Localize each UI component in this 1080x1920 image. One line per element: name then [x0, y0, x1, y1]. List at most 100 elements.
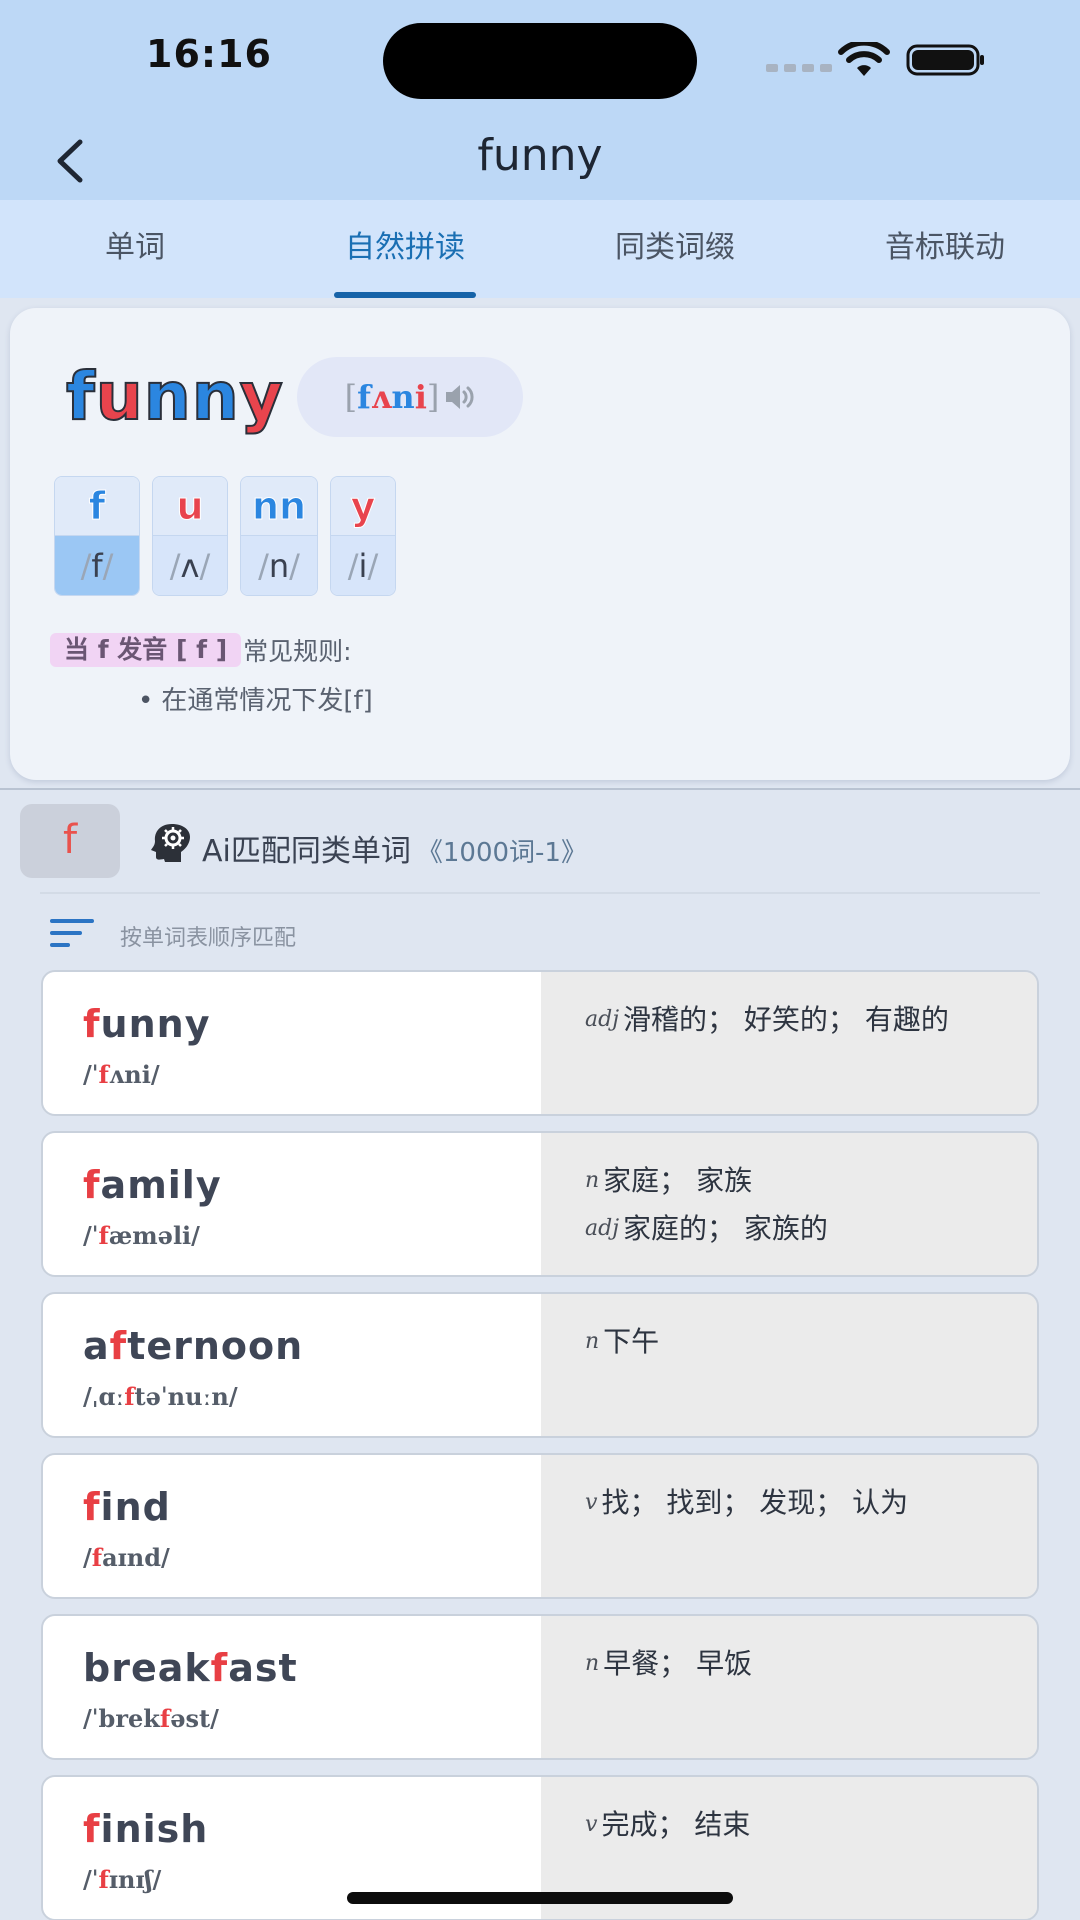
tab-phonetic-link[interactable]: 音标联动 — [810, 200, 1080, 298]
word-definition: n 家庭； 家族 adj 家庭的； 家族的 — [541, 1133, 1037, 1275]
phonetic-segment: ɪnɪʃ/ — [108, 1865, 162, 1894]
word-entry: afternoon/ˌɑːftəˈnuːn/ — [43, 1294, 541, 1436]
phonics-tile[interactable]: y / i / — [330, 476, 396, 596]
word-spelling: afternoon — [83, 1324, 541, 1368]
word-phonetic: /ˈfʌni/ — [83, 1060, 541, 1089]
rule-item: 在通常情况下发[f] — [138, 680, 372, 717]
tile-sound: / f / — [55, 535, 139, 595]
word-entry: find/faɪnd/ — [43, 1455, 541, 1597]
phonetic-segment: f — [98, 1060, 109, 1089]
word-book-link[interactable]: 《1000词-1》 — [417, 838, 587, 868]
status-bar: 16:16 — [0, 0, 1080, 120]
ai-brain-icon — [151, 824, 190, 862]
sound-text: f — [91, 546, 103, 585]
word-row[interactable]: find/faɪnd/v 找； 找到； 发现； 认为 — [41, 1453, 1039, 1599]
definition-text: 完成； 结束 — [601, 1808, 751, 1841]
word-phonetic: /ˈbrekfəst/ — [83, 1704, 541, 1733]
rule-heading: 当 f 发音 [ f ] 常见规则: — [50, 632, 352, 668]
part-of-speech: n — [585, 1329, 600, 1354]
sort-icon[interactable] — [50, 918, 94, 948]
definition-text: 家庭的； 家族的 — [623, 1212, 828, 1245]
word-row[interactable]: family/ˈfæməli/n 家庭； 家族 adj 家庭的； 家族的 — [41, 1131, 1039, 1277]
definition-text: 早餐； 早饭 — [603, 1647, 753, 1680]
word-spelling: family — [83, 1163, 541, 1207]
rule-suffix: 常见规则: — [243, 637, 352, 666]
definition-text: 找； 找到； 发现； 认为 — [601, 1486, 909, 1519]
word-entry: breakfast/ˈbrekfəst/ — [43, 1616, 541, 1758]
phonetic-segment: f — [98, 1865, 109, 1894]
word-definition: adj 滑稽的； 好笑的； 有趣的 — [541, 972, 1037, 1114]
spell-segment: inish — [100, 1807, 209, 1851]
word-phonetic: /faɪnd/ — [83, 1543, 541, 1572]
word-spelling: breakfast — [83, 1646, 541, 1690]
letter-selector[interactable]: f — [20, 804, 120, 878]
tile-sound: / i / — [331, 535, 395, 595]
word-spelling: finish — [83, 1807, 541, 1851]
part-of-speech: n — [585, 1651, 600, 1676]
battery-icon — [906, 44, 984, 76]
slash-mark: / — [367, 546, 379, 585]
spell-segment: f — [83, 1002, 101, 1046]
slash-mark: / — [347, 546, 359, 585]
sound-text: ʌ — [180, 546, 200, 585]
divider — [0, 788, 1080, 790]
status-time: 16:16 — [146, 32, 272, 76]
phonics-tile[interactable]: f / f / — [54, 476, 140, 596]
phonetic-segment: aɪnd/ — [102, 1543, 170, 1572]
sort-label[interactable]: 按单词表顺序匹配 — [120, 920, 296, 952]
word-entry: funny/ˈfʌni/ — [43, 972, 541, 1114]
word-row[interactable]: funny/ˈfʌni/adj 滑稽的； 好笑的； 有趣的 — [41, 970, 1039, 1116]
word-part: u — [95, 357, 144, 436]
definition-line: v 完成； 结束 — [585, 1805, 997, 1845]
part-of-speech: adj — [585, 1007, 620, 1032]
tab-phonics[interactable]: 自然拼读 — [270, 200, 540, 298]
part-of-speech: adj — [585, 1216, 620, 1241]
tile-letter: f — [55, 477, 139, 535]
phonetic-pronounce-button[interactable]: [ f ʌ n i ] — [297, 357, 523, 437]
spell-segment: ast — [228, 1646, 298, 1690]
word-part: y — [239, 357, 284, 436]
definition-line: v 找； 找到； 发现； 认为 — [585, 1483, 997, 1523]
tab-word[interactable]: 单词 — [0, 200, 270, 298]
divider — [40, 892, 1040, 894]
phonetic-segment: təˈnuːn/ — [134, 1382, 238, 1411]
speaker-icon — [446, 385, 474, 409]
spell-segment: f — [210, 1646, 229, 1690]
word-row[interactable]: afternoon/ˌɑːftəˈnuːn/n 下午 — [41, 1292, 1039, 1438]
word-part: nn — [143, 357, 240, 436]
word-row[interactable]: breakfast/ˈbrekfəst/n 早餐； 早饭 — [41, 1614, 1039, 1760]
word-spelling: funny — [83, 1002, 541, 1046]
spell-segment: break — [83, 1646, 211, 1690]
word-phonetic: /ˌɑːftəˈnuːn/ — [83, 1382, 541, 1411]
page-title: funny — [477, 130, 603, 181]
wifi-icon — [838, 42, 890, 76]
definition-line: adj 家庭的； 家族的 — [585, 1209, 997, 1249]
tile-letter: u — [153, 477, 227, 535]
slash-mark: / — [80, 546, 92, 585]
word-spelling: funny — [65, 357, 284, 436]
ai-match-title: Ai匹配同类单词 《1000词-1》 — [202, 834, 587, 869]
part-of-speech: v — [585, 1490, 598, 1515]
definition-text: 下午 — [603, 1325, 660, 1358]
tile-letter: y — [331, 477, 395, 535]
word-spelling: find — [83, 1485, 541, 1529]
word-definition: v 找； 找到； 发现； 认为 — [541, 1455, 1037, 1597]
phonetic-segment: f — [124, 1382, 135, 1411]
definition-text: 家庭； 家族 — [603, 1164, 753, 1197]
phonetic-segment: /ˈ — [83, 1865, 99, 1894]
cellular-signal-icon — [766, 64, 832, 72]
slash-mark: / — [258, 546, 269, 585]
spell-segment: a — [83, 1324, 110, 1368]
phonetic-segment: / — [83, 1543, 92, 1572]
tab-affix[interactable]: 同类词缀 — [540, 200, 810, 298]
spell-segment: f — [83, 1807, 101, 1851]
phonics-tiles: f / f / u / ʌ / nn / n / y / i / — [54, 476, 408, 596]
word-part: f — [65, 357, 96, 436]
slash-mark: / — [169, 546, 181, 585]
phonetic-segment: f — [159, 1704, 171, 1733]
definition-line: n 早餐； 早饭 — [585, 1644, 997, 1684]
tile-sound: / ʌ / — [153, 535, 227, 595]
phonetic-segment: /ˈbrek — [83, 1704, 160, 1733]
phonics-tile[interactable]: u / ʌ / — [152, 476, 228, 596]
phonics-tile[interactable]: nn / n / — [240, 476, 318, 596]
